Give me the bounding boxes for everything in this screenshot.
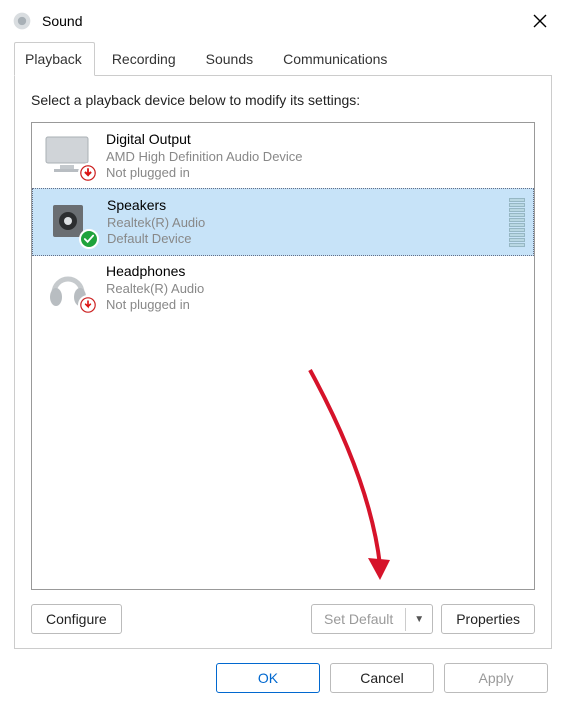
device-title: Speakers: [107, 197, 205, 215]
headphones-icon: [42, 263, 96, 311]
speaker-icon: [43, 197, 97, 245]
tab-recording[interactable]: Recording: [101, 42, 189, 76]
device-labels: Speakers Realtek(R) Audio Default Device: [107, 197, 205, 247]
close-button[interactable]: [526, 7, 554, 35]
playback-panel: Select a playback device below to modify…: [14, 75, 552, 649]
tab-sounds[interactable]: Sounds: [195, 42, 266, 76]
device-status: Default Device: [107, 231, 205, 247]
ok-button[interactable]: OK: [216, 663, 320, 693]
device-driver: AMD High Definition Audio Device: [106, 149, 303, 165]
device-driver: Realtek(R) Audio: [107, 215, 205, 231]
set-default-label: Set Default: [312, 605, 405, 633]
tabs: Playback Recording Sounds Communications: [0, 42, 566, 76]
properties-button[interactable]: Properties: [441, 604, 535, 634]
unplugged-badge-icon: [78, 163, 98, 183]
set-default-button[interactable]: Set Default ▼: [311, 604, 433, 634]
device-labels: Digital Output AMD High Definition Audio…: [106, 131, 303, 181]
cancel-button[interactable]: Cancel: [330, 663, 434, 693]
device-status: Not plugged in: [106, 165, 303, 181]
chevron-down-icon[interactable]: ▼: [405, 608, 432, 631]
speaker-icon: [12, 11, 32, 31]
device-item-digital-output[interactable]: Digital Output AMD High Definition Audio…: [32, 123, 534, 189]
tab-communications[interactable]: Communications: [272, 42, 400, 76]
device-status: Not plugged in: [106, 297, 204, 313]
device-item-speakers[interactable]: Speakers Realtek(R) Audio Default Device: [32, 188, 534, 256]
configure-button[interactable]: Configure: [31, 604, 122, 634]
titlebar: Sound: [0, 0, 566, 42]
device-driver: Realtek(R) Audio: [106, 281, 204, 297]
dialog-footer: OK Cancel Apply: [0, 663, 566, 711]
window-title: Sound: [42, 13, 526, 29]
panel-buttons: Configure Set Default ▼ Properties: [31, 604, 535, 634]
device-title: Digital Output: [106, 131, 303, 149]
device-list[interactable]: Digital Output AMD High Definition Audio…: [31, 122, 535, 590]
device-item-headphones[interactable]: Headphones Realtek(R) Audio Not plugged …: [32, 255, 534, 321]
monitor-icon: [42, 131, 96, 179]
device-labels: Headphones Realtek(R) Audio Not plugged …: [106, 263, 204, 313]
unplugged-badge-icon: [78, 295, 98, 315]
default-badge-icon: [79, 229, 99, 249]
device-title: Headphones: [106, 263, 204, 281]
apply-button[interactable]: Apply: [444, 663, 548, 693]
level-meter: [509, 197, 525, 247]
instruction-text: Select a playback device below to modify…: [31, 92, 535, 108]
tab-playback[interactable]: Playback: [14, 42, 95, 76]
